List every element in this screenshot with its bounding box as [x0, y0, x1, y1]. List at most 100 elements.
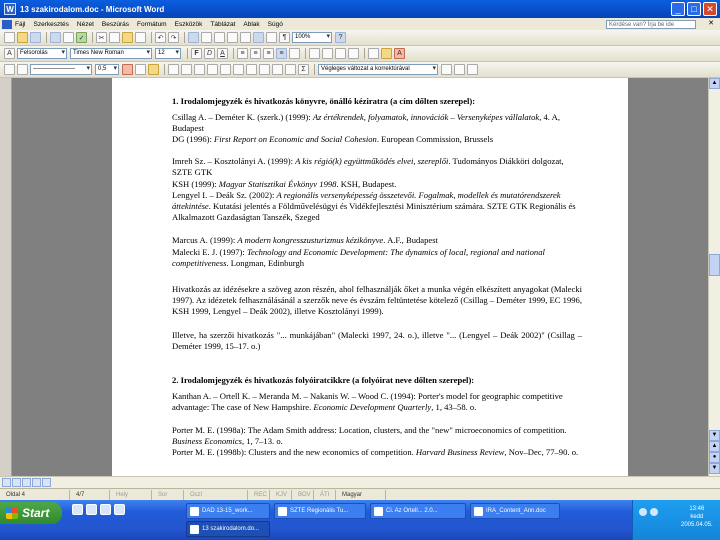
web-layout-icon[interactable]: [12, 478, 21, 487]
print-layout-icon[interactable]: [22, 478, 31, 487]
italic-button[interactable]: D: [204, 48, 215, 59]
underline-button[interactable]: A: [217, 48, 228, 59]
distribute-columns-icon[interactable]: [233, 64, 244, 75]
line-weight-select[interactable]: 0,5: [95, 64, 119, 75]
increase-indent-icon[interactable]: [348, 48, 359, 59]
scroll-down-icon[interactable]: ▼: [709, 430, 720, 441]
spelling-icon[interactable]: ✓: [76, 32, 87, 43]
show-hide-icon[interactable]: ¶: [279, 32, 290, 43]
eraser-icon[interactable]: [17, 64, 28, 75]
taskbar-button[interactable]: DAD 13-15_work...: [186, 503, 270, 519]
split-cells-icon[interactable]: [194, 64, 205, 75]
horizontal-scrollbar[interactable]: [0, 476, 720, 488]
font-select[interactable]: Times New Roman: [70, 48, 152, 59]
sort-ascending-icon[interactable]: [272, 64, 283, 75]
select-browse-object-icon[interactable]: ●: [709, 452, 720, 463]
cut-icon[interactable]: ✂: [96, 32, 107, 43]
format-painter-icon[interactable]: [135, 32, 146, 43]
outline-view-icon[interactable]: [32, 478, 41, 487]
menu-table[interactable]: Táblázat: [210, 21, 235, 28]
scroll-up-icon[interactable]: ▲: [709, 78, 720, 89]
menu-help[interactable]: Súgó: [268, 21, 283, 28]
outside-border-icon[interactable]: [135, 64, 146, 75]
highlight-icon[interactable]: [381, 48, 392, 59]
numbering-icon[interactable]: [309, 48, 320, 59]
merge-cells-icon[interactable]: [181, 64, 192, 75]
autoformat-icon[interactable]: [246, 64, 257, 75]
next-change-icon[interactable]: [467, 64, 478, 75]
help-icon[interactable]: ?: [335, 32, 346, 43]
bold-button[interactable]: F: [191, 48, 202, 59]
taskbar-button[interactable]: Ci. Az Ortell... 2.0...: [370, 503, 466, 519]
borders-icon[interactable]: [368, 48, 379, 59]
previous-page-icon[interactable]: ▲: [709, 441, 720, 452]
show-markup-icon[interactable]: [441, 64, 452, 75]
menu-insert[interactable]: Beszúrás: [102, 21, 129, 28]
styles-pane-icon[interactable]: A: [4, 48, 15, 59]
autosum-icon[interactable]: Σ: [298, 64, 309, 75]
align-left-icon[interactable]: ≡: [237, 48, 248, 59]
distribute-rows-icon[interactable]: [220, 64, 231, 75]
email-icon[interactable]: [86, 504, 97, 515]
draw-table-icon[interactable]: [4, 64, 15, 75]
menu-format[interactable]: Formátum: [137, 21, 167, 28]
line-spacing-icon[interactable]: [289, 48, 300, 59]
close-button[interactable]: ✕: [703, 2, 717, 16]
network-icon[interactable]: [639, 508, 647, 516]
print-icon[interactable]: [50, 32, 61, 43]
font-size-select[interactable]: 12: [155, 48, 181, 59]
review-display-select[interactable]: Végleges változat a korrektúrával: [318, 64, 438, 75]
close-document-icon[interactable]: ✕: [708, 19, 714, 27]
paste-icon[interactable]: [122, 32, 133, 43]
volume-icon[interactable]: [650, 508, 658, 516]
undo-icon[interactable]: ↶: [155, 32, 166, 43]
open-folder-icon[interactable]: [17, 32, 28, 43]
decrease-indent-icon[interactable]: [335, 48, 346, 59]
start-button[interactable]: Start: [0, 502, 62, 524]
next-page-icon[interactable]: ▼: [709, 463, 720, 474]
help-search-input[interactable]: Kérdése van? Írja be ide: [606, 20, 696, 29]
taskbar-button-active[interactable]: 13 szakirodalom.do...: [186, 521, 270, 537]
word-app-icon[interactable]: W: [4, 3, 16, 15]
line-style-select[interactable]: ———————: [30, 64, 92, 75]
status-extend[interactable]: BOV: [292, 489, 314, 500]
shading-color-icon[interactable]: [148, 64, 159, 75]
menu-tools[interactable]: Eszközök: [175, 21, 203, 28]
redo-icon[interactable]: ↷: [168, 32, 179, 43]
browser-icon[interactable]: [72, 504, 83, 515]
columns-icon[interactable]: [240, 32, 251, 43]
text-direction-icon[interactable]: [259, 64, 270, 75]
media-icon[interactable]: [114, 504, 125, 515]
reading-layout-icon[interactable]: [42, 478, 51, 487]
insert-table-icon[interactable]: [214, 32, 225, 43]
align-right-icon[interactable]: ≡: [263, 48, 274, 59]
print-preview-icon[interactable]: [63, 32, 74, 43]
taskbar-button[interactable]: SZTE Regionális Tu...: [274, 503, 366, 519]
previous-change-icon[interactable]: [454, 64, 465, 75]
bullets-icon[interactable]: [322, 48, 333, 59]
insert-excel-icon[interactable]: [227, 32, 238, 43]
maximize-button[interactable]: □: [687, 2, 701, 16]
status-rec[interactable]: REC: [248, 489, 270, 500]
menu-file[interactable]: Fájl: [15, 21, 25, 28]
desktop-icon[interactable]: [100, 504, 111, 515]
zoom-select[interactable]: 100%: [292, 32, 332, 43]
menu-edit[interactable]: Szerkesztés: [33, 21, 68, 28]
menu-view[interactable]: Nézet: [77, 21, 94, 28]
sort-descending-icon[interactable]: [285, 64, 296, 75]
status-track-changes[interactable]: KJV: [270, 489, 292, 500]
align-cell-icon[interactable]: [207, 64, 218, 75]
normal-view-icon[interactable]: [2, 478, 11, 487]
drawing-icon[interactable]: [253, 32, 264, 43]
border-color-icon[interactable]: [122, 64, 133, 75]
tables-borders-icon[interactable]: [201, 32, 212, 43]
style-select[interactable]: Felsorolás: [17, 48, 67, 59]
justify-icon[interactable]: ≡: [276, 48, 287, 59]
taskbar-button[interactable]: IRA_Content_Ann.doc: [470, 503, 560, 519]
save-icon[interactable]: [30, 32, 41, 43]
menu-window[interactable]: Ablak: [243, 21, 259, 28]
align-center-icon[interactable]: ≡: [250, 48, 261, 59]
clock[interactable]: 13:46 kedd 2005.04.05.: [681, 505, 713, 529]
copy-icon[interactable]: [109, 32, 120, 43]
status-overtype[interactable]: ÁTI: [314, 489, 336, 500]
